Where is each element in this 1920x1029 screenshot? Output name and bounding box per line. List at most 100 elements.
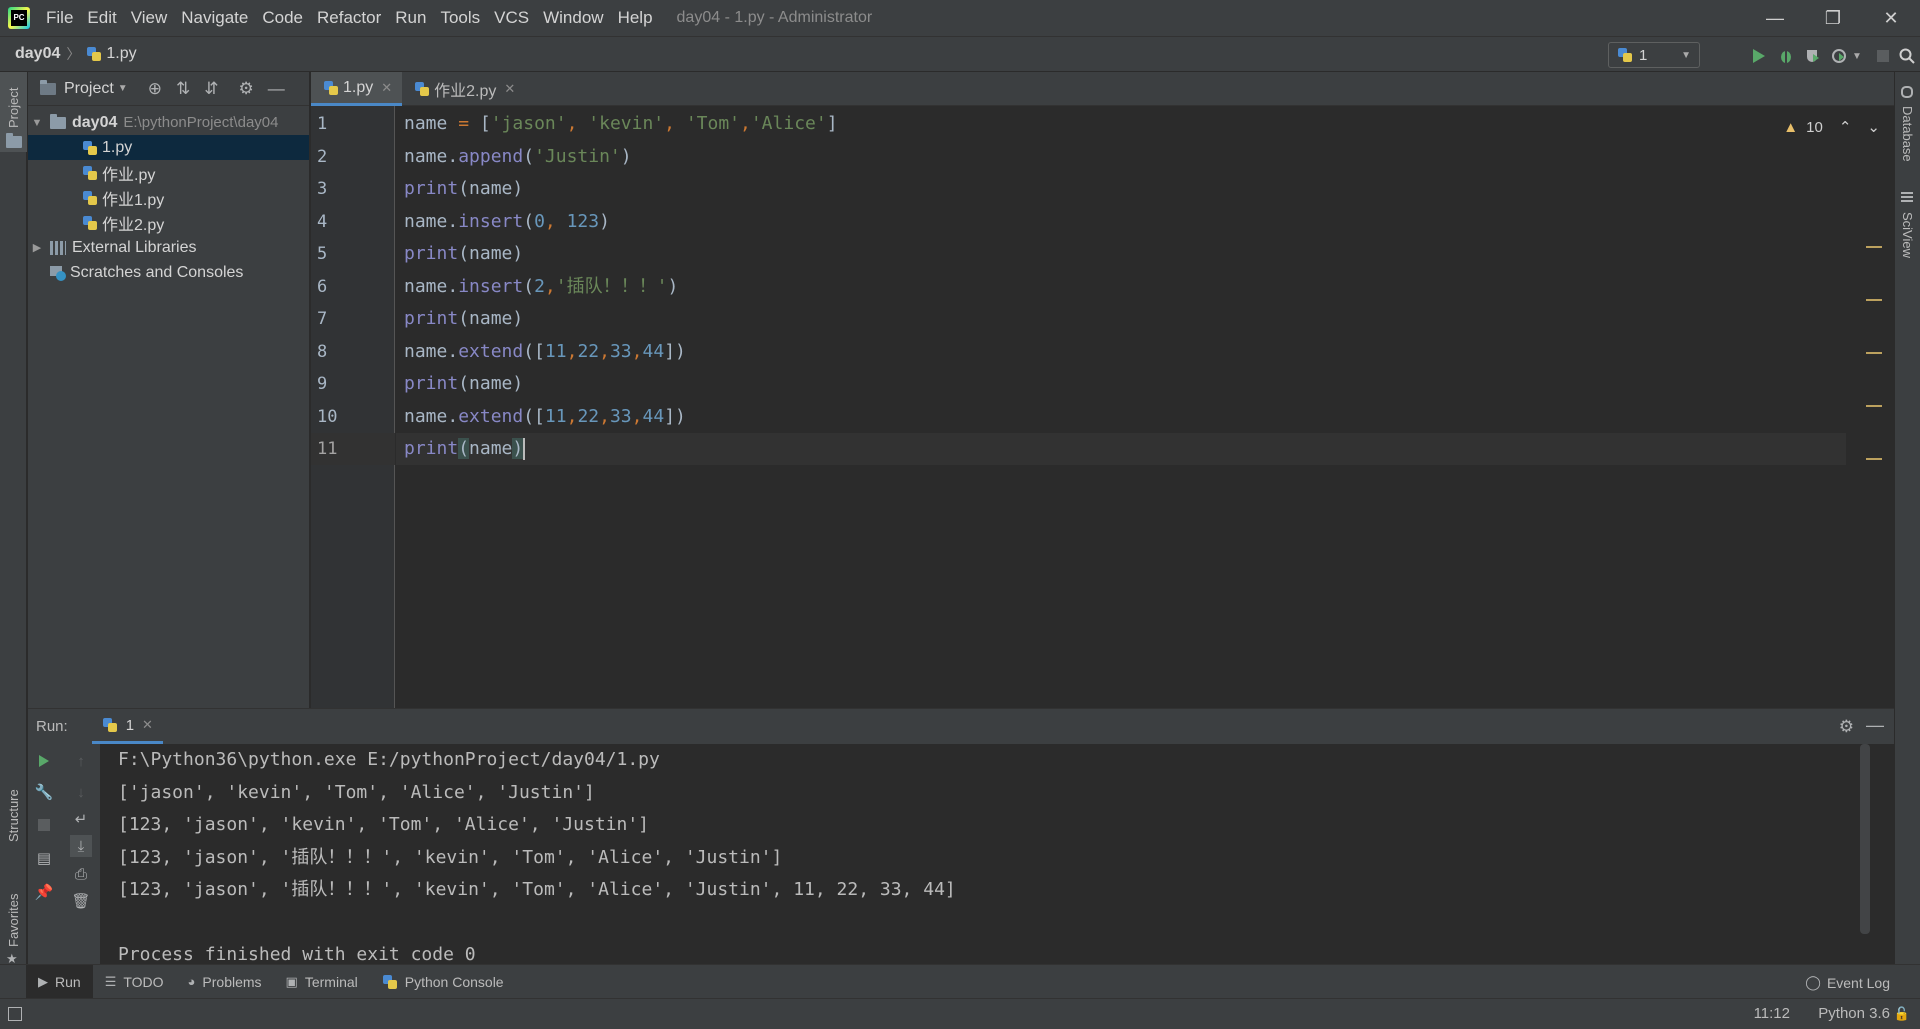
tree-root-folder[interactable]: ▼ day04 E:\pythonProject\day04 [28, 110, 309, 135]
code-editor[interactable]: name = ['jason', 'kevin', 'Tom','Alice']… [396, 106, 1846, 708]
menu-window[interactable]: Window [537, 8, 611, 28]
code-line-9[interactable]: print(name) [396, 368, 1846, 400]
tree-scratches[interactable]: Scratches and Consoles [28, 260, 309, 285]
tree-file-zuoye2[interactable]: 作业2.py [28, 210, 309, 235]
stop-icon[interactable] [33, 814, 55, 836]
code-line-4[interactable]: name.insert(0, 123) [396, 206, 1846, 238]
code-line-8[interactable]: name.extend([11,22,33,44]) [396, 336, 1846, 368]
code-token: , [631, 405, 643, 427]
favorites-tool-button[interactable]: Favorites ★ [0, 867, 27, 967]
hide-panel-icon[interactable]: — [268, 79, 285, 99]
gear-icon[interactable]: ⚙ [1839, 717, 1854, 737]
chevron-up-icon[interactable]: ⌃ [1839, 118, 1852, 136]
close-icon[interactable]: ✕ [381, 80, 392, 96]
lock-icon[interactable]: 🔓 [1894, 1006, 1910, 1022]
expand-all-icon[interactable]: ⇅ [176, 79, 190, 99]
restore-button[interactable]: ❐ [1804, 0, 1862, 36]
code-line-7[interactable]: print(name) [396, 303, 1846, 335]
code-token: ( [523, 210, 535, 232]
menu-run[interactable]: Run [389, 8, 434, 28]
tool-tab-terminal[interactable]: ▣ Terminal [274, 965, 370, 999]
scroll-to-end-icon[interactable]: ⤓ [70, 835, 92, 857]
layout-icon[interactable]: ▤ [33, 847, 55, 869]
soft-wrap-icon[interactable]: ↵ [70, 808, 92, 830]
inspections-widget[interactable]: ▲ 10 ⌃ ⌄ [1783, 118, 1880, 137]
code-line-3[interactable]: print(name) [396, 173, 1846, 205]
menu-edit[interactable]: Edit [81, 8, 124, 28]
locate-file-icon[interactable]: ⊕ [148, 79, 162, 99]
tree-file-zuoye[interactable]: 作业.py [28, 160, 309, 185]
menu-tools[interactable]: Tools [434, 8, 488, 28]
run-tab[interactable]: 1 ✕ [91, 709, 163, 744]
close-icon[interactable]: ✕ [504, 81, 515, 97]
console-scrollbar[interactable] [1860, 744, 1870, 934]
tree-file-zuoye1[interactable]: 作业1.py [28, 185, 309, 210]
caret-position[interactable]: 11:12 [1754, 1005, 1790, 1022]
code-line-6[interactable]: name.insert(2,'插队！！！') [396, 271, 1846, 303]
chevron-right-icon[interactable]: ▶ [30, 241, 44, 254]
console-output[interactable]: F:\Python36\python.exe E:/pythonProject/… [100, 744, 1870, 965]
wrench-icon[interactable]: 🔧 [33, 781, 55, 803]
project-tool-button[interactable]: Project [0, 72, 27, 152]
code-line-11-current[interactable]: print(name) [396, 433, 1846, 465]
arrow-down-icon[interactable]: ↓ [70, 781, 92, 803]
menu-view[interactable]: View [125, 8, 176, 28]
project-view-select[interactable]: Project [64, 80, 114, 98]
menu-navigate[interactable]: Navigate [175, 8, 256, 28]
menu-file[interactable]: File [40, 8, 81, 28]
toggle-tool-windows-icon[interactable] [8, 1007, 22, 1021]
arrow-up-icon[interactable]: ↑ [70, 750, 92, 772]
debug-icon[interactable] [1775, 45, 1797, 67]
run-configuration-select[interactable]: 1 ▼ [1608, 42, 1700, 68]
trash-icon[interactable]: 🗑 [70, 890, 92, 912]
error-stripe-marker[interactable] [1866, 405, 1882, 407]
gear-icon[interactable]: ⚙ [238, 79, 253, 99]
hide-panel-icon[interactable]: — [1866, 715, 1884, 736]
run-with-coverage-icon[interactable] [1802, 45, 1824, 67]
minimize-button[interactable]: — [1746, 0, 1804, 36]
error-stripe-marker[interactable] [1866, 246, 1882, 248]
error-stripe-marker[interactable] [1866, 458, 1882, 460]
sciview-tool-button[interactable]: SciView [1895, 182, 1920, 282]
close-window-button[interactable]: ✕ [1862, 0, 1920, 36]
menu-vcs[interactable]: VCS [488, 8, 537, 28]
error-stripe-marker[interactable] [1866, 299, 1882, 301]
error-stripe-marker[interactable] [1866, 352, 1882, 354]
close-icon[interactable]: ✕ [142, 717, 153, 733]
tool-tab-problems[interactable]: ◕ Problems [176, 965, 274, 999]
search-everywhere-icon[interactable] [1896, 45, 1918, 67]
collapse-all-icon[interactable]: ⇵ [204, 79, 218, 99]
code-line-2[interactable]: name.append('Justin') [396, 141, 1846, 173]
tree-external-libraries[interactable]: ▶ External Libraries [28, 235, 309, 260]
stop-icon[interactable] [1872, 45, 1894, 67]
rerun-icon[interactable] [33, 750, 55, 772]
menu-code[interactable]: Code [256, 8, 311, 28]
menu-help[interactable]: Help [612, 8, 661, 28]
chevron-down-icon[interactable]: ⌄ [1867, 118, 1880, 136]
tool-tab-python-console[interactable]: Python Console [370, 965, 516, 999]
tree-file-1py[interactable]: 1.py [28, 135, 309, 160]
run-icon[interactable] [1748, 45, 1770, 67]
more-run-options-chevron-icon[interactable]: ▼ [1846, 45, 1868, 67]
python-interpreter[interactable]: Python 3.6 [1818, 1005, 1890, 1022]
code-line-5[interactable]: print(name) [396, 238, 1846, 270]
tool-tab-todo[interactable]: ☰ TODO [93, 965, 176, 999]
chevron-down-icon[interactable]: ▼ [118, 83, 128, 94]
breadcrumb-project[interactable]: day04 [15, 45, 60, 63]
pin-icon[interactable]: 📌 [33, 881, 55, 903]
warnings-count: 10 [1806, 118, 1823, 136]
editor-tab-zuoye2[interactable]: 作业2.py ✕ [402, 72, 525, 106]
code-line-10[interactable]: name.extend([11,22,33,44]) [396, 401, 1846, 433]
print-icon[interactable]: ⎙ [70, 863, 92, 885]
menu-refactor[interactable]: Refactor [311, 8, 389, 28]
tool-tab-run[interactable]: ▶ Run [26, 964, 93, 999]
breadcrumb-file[interactable]: 1.py [106, 45, 136, 63]
code-token: , [566, 113, 589, 134]
code-token: , [599, 405, 610, 427]
database-tool-button[interactable]: Database [1895, 72, 1920, 162]
structure-tool-button[interactable]: Structure [0, 762, 27, 862]
event-log-button[interactable]: ◯ Event Log [1805, 974, 1890, 991]
code-line-1[interactable]: name = ['jason', 'kevin', 'Tom','Alice'] [396, 108, 1846, 140]
chevron-down-icon[interactable]: ▼ [30, 117, 44, 129]
editor-tab-1py[interactable]: 1.py ✕ [311, 72, 403, 106]
